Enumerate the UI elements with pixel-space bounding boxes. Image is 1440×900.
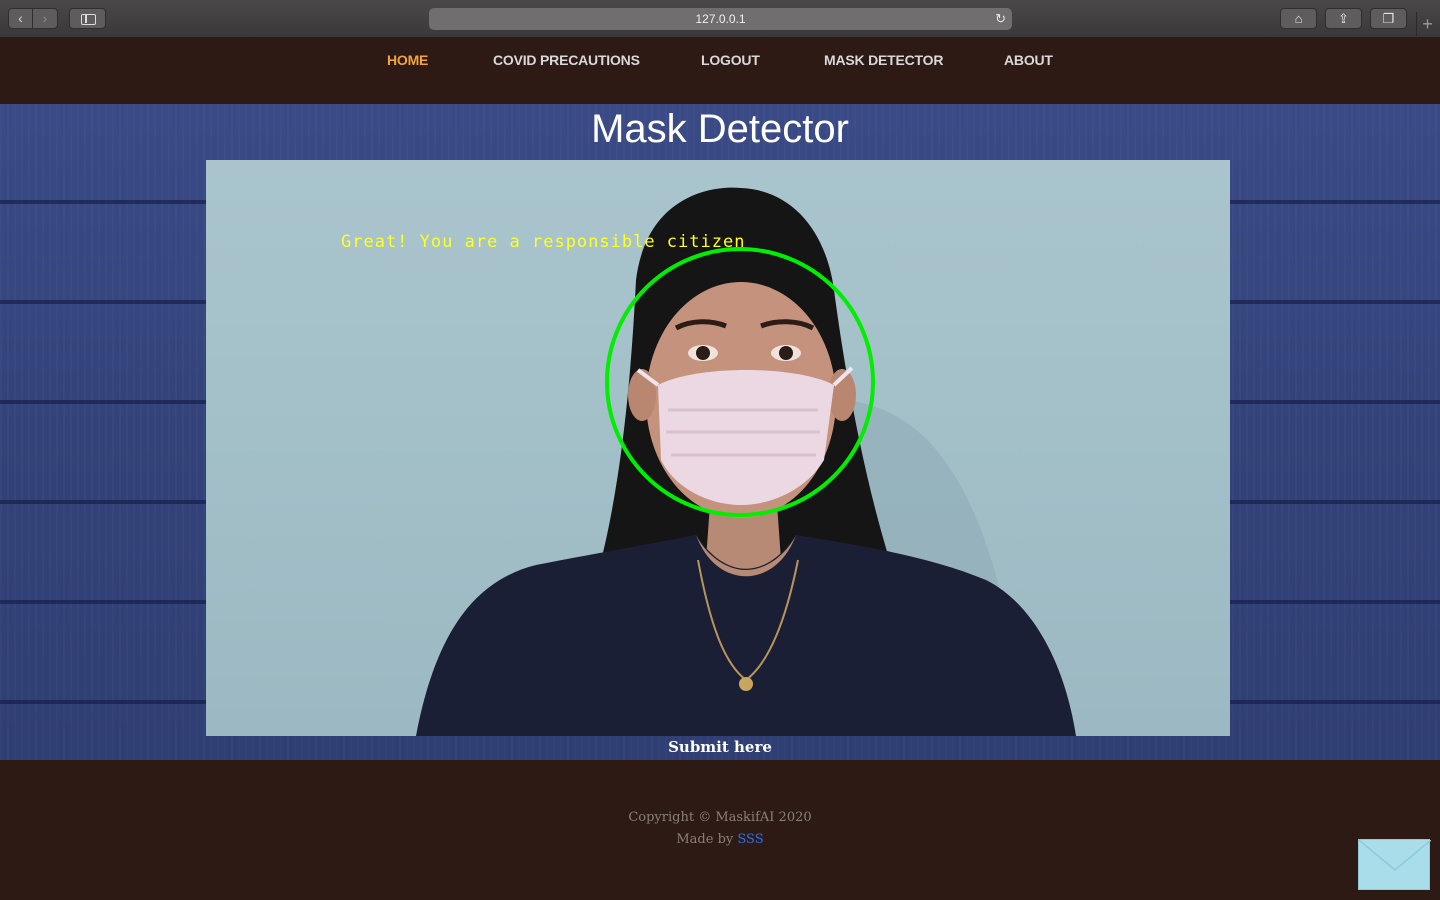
forward-button[interactable]: ›: [33, 8, 58, 29]
history-buttons: ‹ ›: [8, 8, 58, 29]
nav-home[interactable]: HOME: [387, 52, 428, 68]
main-section: Mask Detector Great! You are a responsib…: [0, 104, 1440, 760]
url-text: 127.0.0.1: [695, 12, 746, 26]
chevron-left-icon: ‹: [18, 10, 23, 26]
page-title: Mask Detector: [591, 107, 849, 151]
sidebar-icon: [81, 14, 96, 25]
made-by-text: Made by SSS: [0, 832, 1440, 847]
submit-button[interactable]: Submit here: [0, 738, 1440, 756]
made-by-link[interactable]: SSS: [737, 832, 763, 847]
home-button[interactable]: ⌂: [1280, 8, 1317, 29]
envelope-icon: [1358, 839, 1432, 871]
back-button[interactable]: ‹: [8, 8, 33, 29]
site-header: HOME COVID PRECAUTIONS LOGOUT MASK DETEC…: [0, 38, 1440, 104]
browser-toolbar: ‹ › 127.0.0.1 ↻ ⌂ ⇪ ❐ +: [0, 0, 1440, 38]
nav-about[interactable]: ABOUT: [1004, 52, 1053, 68]
detection-message: Great! You are a responsible citizen: [341, 232, 746, 252]
tabs-icon: ❐: [1382, 11, 1395, 26]
reload-icon[interactable]: ↻: [995, 8, 1006, 30]
share-button[interactable]: ⇪: [1325, 8, 1362, 29]
plus-icon: +: [1422, 14, 1433, 34]
sidebar-toggle-button[interactable]: [69, 8, 106, 29]
share-icon: ⇪: [1338, 11, 1349, 26]
webcam-feed: Great! You are a responsible citizen: [206, 160, 1230, 736]
site-footer: Copyright © MaskifAI 2020 Made by SSS: [0, 760, 1440, 900]
nav-covid-precautions[interactable]: COVID PRECAUTIONS: [493, 52, 640, 68]
main-nav: HOME COVID PRECAUTIONS LOGOUT MASK DETEC…: [0, 52, 1440, 72]
mail-widget-button[interactable]: [1358, 839, 1432, 890]
made-by-prefix: Made by: [676, 832, 738, 847]
tabs-overview-button[interactable]: ❐: [1370, 8, 1407, 29]
nav-logout[interactable]: LOGOUT: [701, 52, 760, 68]
copyright-text: Copyright © MaskifAI 2020: [628, 810, 812, 825]
address-bar[interactable]: 127.0.0.1 ↻: [429, 8, 1012, 30]
chevron-right-icon: ›: [42, 10, 48, 26]
nav-mask-detector[interactable]: MASK DETECTOR: [824, 52, 943, 68]
new-tab-button[interactable]: +: [1416, 12, 1438, 36]
home-icon: ⌂: [1294, 11, 1303, 26]
